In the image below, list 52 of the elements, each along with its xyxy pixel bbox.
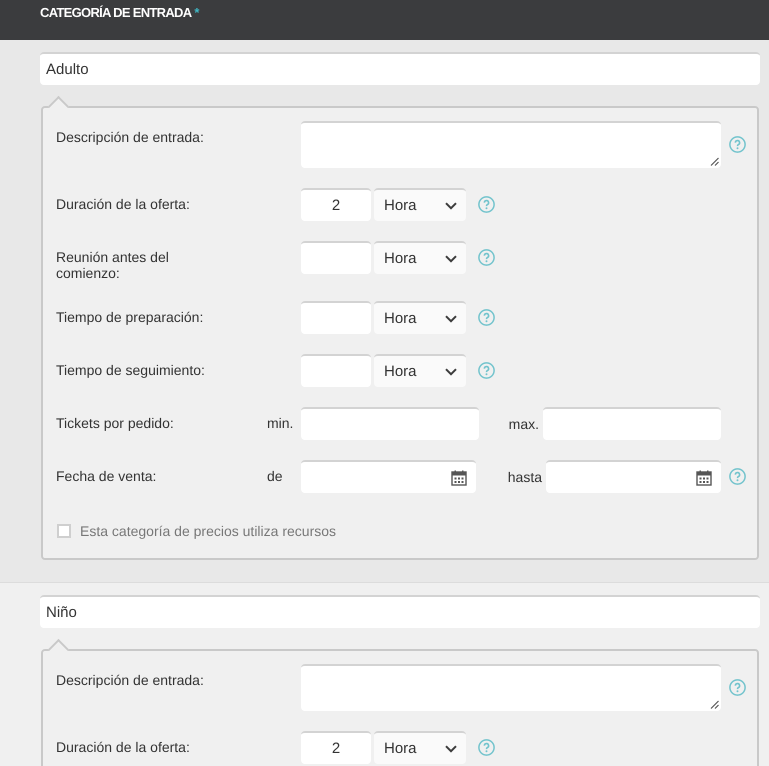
description-field[interactable] <box>301 664 721 711</box>
calendar-icon[interactable] <box>451 470 467 486</box>
field-label: Fecha de venta: <box>56 467 158 484</box>
input-field[interactable] <box>301 460 476 493</box>
input-field[interactable] <box>546 460 721 493</box>
chevron-down-icon <box>445 368 457 376</box>
number-field[interactable] <box>301 241 371 274</box>
range-label: min. <box>267 414 294 431</box>
range-label: de <box>267 467 284 484</box>
number-field[interactable] <box>301 354 371 387</box>
number-field[interactable] <box>301 301 371 334</box>
unit-dropdown[interactable]: Hora <box>374 731 466 764</box>
category-name-field[interactable]: Niño <box>40 595 760 628</box>
field-label: Duración de la oferta: <box>56 738 191 755</box>
input-field[interactable] <box>543 407 721 440</box>
help-icon[interactable] <box>729 468 746 485</box>
range-label: hasta <box>508 468 542 484</box>
field-label: Descripción de entrada: <box>56 128 205 145</box>
help-icon[interactable] <box>478 309 495 326</box>
category-name-field[interactable]: Adulto <box>40 52 760 85</box>
description-field[interactable] <box>301 121 721 168</box>
unit-dropdown[interactable]: Hora <box>374 241 466 274</box>
section-title: CATEGORÍA DE ENTRADA <box>40 5 192 21</box>
help-icon[interactable] <box>478 249 495 266</box>
help-icon[interactable] <box>478 739 495 756</box>
help-icon[interactable] <box>478 196 495 213</box>
field-label: Duración de la oferta: <box>56 195 191 212</box>
field-label: Descripción de entrada: <box>56 671 205 688</box>
chevron-down-icon <box>445 314 457 322</box>
unit-dropdown[interactable]: Hora <box>374 301 466 334</box>
resize-grip-icon[interactable] <box>710 157 719 166</box>
chevron-down-icon <box>445 202 457 210</box>
number-field[interactable]: 2 <box>301 731 371 764</box>
range-label: max. <box>508 416 539 432</box>
help-icon[interactable] <box>729 136 746 153</box>
field-label: Tiempo de seguimiento: <box>56 361 206 378</box>
checkbox[interactable] <box>57 524 71 538</box>
field-label: Tickets por pedido: <box>56 414 175 431</box>
resize-grip-icon[interactable] <box>710 700 719 709</box>
input-field[interactable] <box>301 407 479 440</box>
checkbox-label: Esta categoría de precios utiliza recursos <box>80 523 336 539</box>
calendar-icon[interactable] <box>696 470 712 486</box>
required-asterisk: * <box>194 5 200 21</box>
unit-dropdown[interactable]: Hora <box>374 188 466 221</box>
help-icon[interactable] <box>729 679 746 696</box>
field-label: Reunión antes del comienzo: <box>56 248 170 281</box>
unit-dropdown[interactable]: Hora <box>374 354 466 387</box>
number-field[interactable]: 2 <box>301 188 371 221</box>
chevron-down-icon <box>445 254 457 262</box>
chevron-down-icon <box>445 744 457 752</box>
field-label: Tiempo de preparación: <box>56 308 204 325</box>
help-icon[interactable] <box>478 362 495 379</box>
